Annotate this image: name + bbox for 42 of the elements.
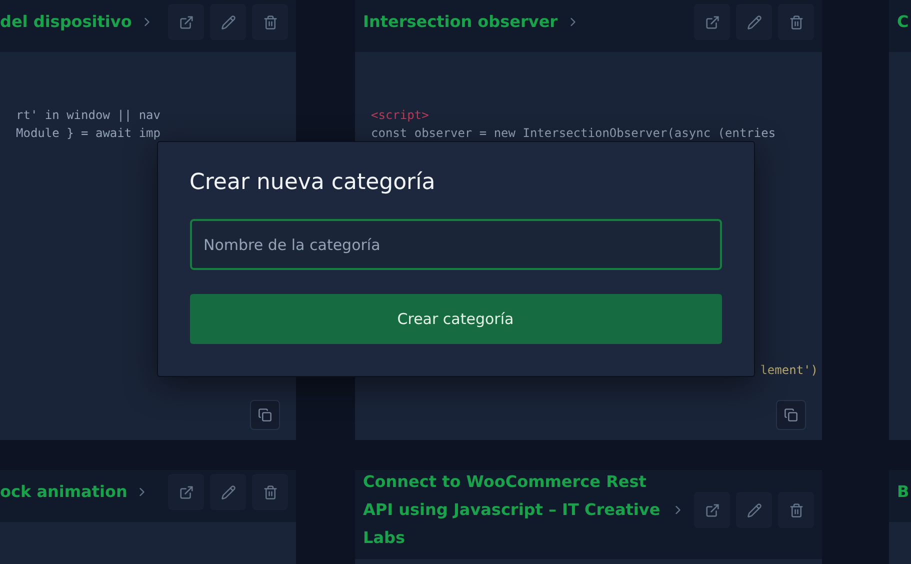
- code-line: lement'): [760, 363, 818, 378]
- card-title[interactable]: Connect to WooCommerce Rest API using Javascript – IT Creative Labs: [363, 468, 663, 552]
- code-line: const observer = new IntersectionObserver(async (entries: [371, 126, 776, 141]
- copy-icon: [258, 408, 272, 422]
- open-button[interactable]: [694, 4, 730, 40]
- external-link-icon: [178, 484, 194, 500]
- edit-button[interactable]: [210, 474, 246, 510]
- card-title[interactable]: del dispositivo: [0, 8, 132, 36]
- edit-button[interactable]: [210, 4, 246, 40]
- card-title[interactable]: B: [897, 478, 910, 506]
- copy-icon: [784, 408, 798, 422]
- code-line: Module } = await imp: [16, 126, 160, 141]
- delete-button[interactable]: [778, 4, 814, 40]
- delete-button[interactable]: [252, 474, 288, 510]
- card-title[interactable]: C: [897, 8, 909, 36]
- delete-button[interactable]: [778, 492, 814, 528]
- external-link-icon: [178, 14, 194, 30]
- copy-button[interactable]: [776, 400, 806, 430]
- card-title[interactable]: ock animation: [0, 478, 128, 506]
- pencil-icon: [220, 14, 236, 30]
- copy-button[interactable]: [250, 400, 280, 430]
- dialog-title: Crear nueva categoría: [190, 170, 436, 195]
- code-line: <script>: [371, 108, 429, 123]
- pencil-icon: [220, 484, 236, 500]
- open-button[interactable]: [694, 492, 730, 528]
- edit-button[interactable]: [736, 492, 772, 528]
- category-name-input[interactable]: Nombre de la categoría: [190, 219, 722, 270]
- pencil-icon: [746, 502, 762, 518]
- trash-icon: [788, 14, 804, 30]
- external-link-icon: [704, 502, 720, 518]
- trash-icon: [262, 484, 278, 500]
- edit-button[interactable]: [736, 4, 772, 40]
- create-category-button[interactable]: Crear categoría: [190, 294, 722, 344]
- trash-icon: [262, 14, 278, 30]
- open-button[interactable]: [168, 4, 204, 40]
- code-line: rt' in window || nav: [16, 108, 160, 123]
- pencil-icon: [746, 14, 762, 30]
- delete-button[interactable]: [252, 4, 288, 40]
- external-link-icon: [704, 14, 720, 30]
- card-title[interactable]: Intersection observer: [363, 8, 558, 36]
- trash-icon: [788, 502, 804, 518]
- open-button[interactable]: [168, 474, 204, 510]
